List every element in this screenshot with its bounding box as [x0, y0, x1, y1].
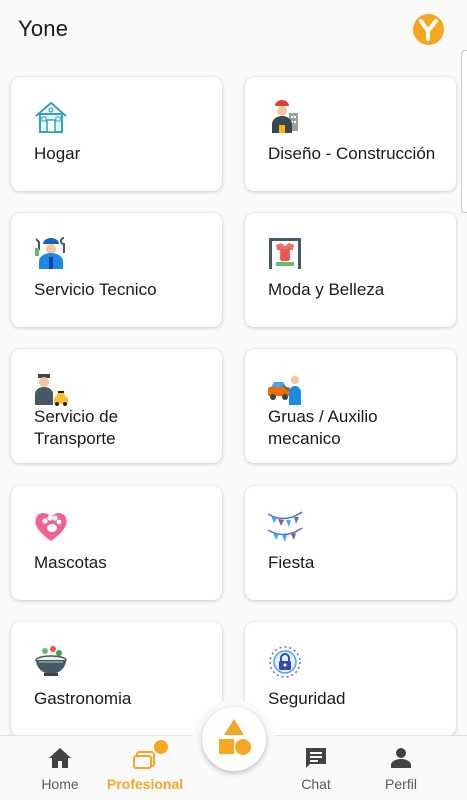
person-icon: [391, 748, 411, 768]
nav-item-chat[interactable]: Chat: [271, 736, 361, 800]
category-card-moda-belleza[interactable]: Moda y Belleza: [245, 213, 456, 327]
category-label: Servicio Tecnico: [34, 280, 157, 299]
category-card-fiesta[interactable]: Fiesta: [245, 486, 456, 600]
category-card-servicio-transporte[interactable]: Servicio de Transporte: [11, 349, 222, 463]
construction-worker-icon: [272, 100, 298, 133]
category-label: Mascotas: [34, 553, 107, 572]
category-label-line1: Gruas / Auxilio: [268, 407, 378, 426]
tow-truck-icon: [268, 376, 301, 405]
center-action-button[interactable]: [202, 707, 266, 771]
category-card-gastronomia[interactable]: Gastronomia: [11, 622, 222, 736]
category-label: Servicio de Transporte: [34, 406, 219, 450]
driver-taxi-icon: [35, 374, 68, 406]
category-label-line1: Servicio de: [34, 407, 119, 426]
category-card-hogar[interactable]: Hogar: [11, 77, 222, 191]
nav-label: Perfil: [385, 776, 417, 792]
nav-item-profesional[interactable]: Profesional: [100, 736, 190, 800]
notification-badge: [152, 738, 170, 756]
nav-item-home[interactable]: Home: [15, 736, 105, 800]
category-card-seguridad[interactable]: Seguridad: [245, 622, 456, 736]
nav-label: Chat: [301, 776, 331, 792]
chat-icon: [306, 748, 326, 768]
app-bar: Yone: [0, 0, 467, 60]
nav-label: Profesional: [106, 776, 184, 792]
app-title: Yone: [18, 16, 69, 41]
category-label-line2: Transporte: [34, 429, 116, 448]
category-card-servicio-tecnico[interactable]: Servicio Tecnico: [11, 213, 222, 327]
clothes-rack-icon: [269, 238, 301, 269]
category-label: Diseño - Construcción: [268, 144, 436, 163]
category-card-diseno-construccion[interactable]: Diseño - Construcción: [245, 77, 456, 191]
category-label: Gruas / Auxilio mecanico: [268, 406, 453, 450]
category-label-line2: mecanico: [268, 429, 341, 448]
food-bowl-icon: [35, 646, 67, 676]
shapes-icon: [219, 719, 251, 755]
category-card-mascotas[interactable]: Mascotas: [11, 486, 222, 600]
category-card-gruas[interactable]: Gruas / Auxilio mecanico: [245, 349, 456, 463]
house-icon: [35, 101, 67, 133]
home-icon: [49, 748, 71, 768]
category-label: Gastronomia: [34, 689, 132, 708]
category-label: Seguridad: [268, 689, 346, 708]
paw-heart-icon: [35, 512, 67, 541]
yone-logo-icon[interactable]: [413, 14, 444, 45]
category-label: Moda y Belleza: [268, 280, 385, 299]
scrollbar[interactable]: [461, 50, 467, 213]
technician-icon: [35, 237, 65, 269]
category-label: Fiesta: [268, 553, 315, 572]
nav-label: Home: [41, 776, 79, 792]
nav-item-perfil[interactable]: Perfil: [356, 736, 446, 800]
security-lock-icon: [269, 646, 301, 678]
category-label: Hogar: [34, 144, 81, 163]
party-garland-icon: [267, 511, 303, 542]
